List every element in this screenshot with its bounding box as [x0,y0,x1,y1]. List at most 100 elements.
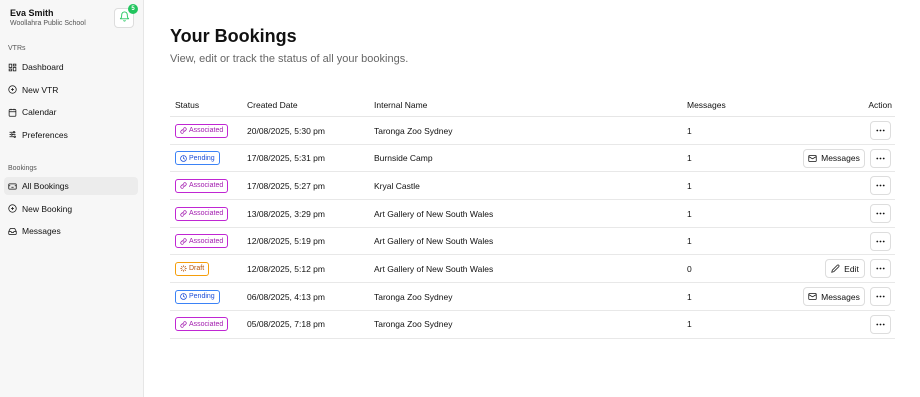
nav-section-vtrs: VTRs Dashboard New VTR Calendar Preferen… [0,43,144,148]
messages-button[interactable]: Messages [803,287,865,307]
status-label: Associated [189,210,224,218]
status-label: Pending [189,154,215,162]
notifications-button[interactable]: 5 [114,4,138,28]
user-school: Woollahra Public School [10,20,86,27]
column-header-status: Status [175,100,200,110]
table-row[interactable]: Associated 17/08/2025, 5:27 pm Kryal Cas… [170,172,895,201]
plus-circle-icon [8,85,17,94]
sidebar-item-new-booking[interactable]: New Booking [4,200,138,218]
table-row[interactable]: Pending 17/08/2025, 5:31 pm Burnside Cam… [170,145,895,173]
status-badge: Associated [175,317,229,332]
table-row[interactable]: Associated 05/08/2025, 7:18 pm Taronga Z… [170,311,895,339]
sidebar-item-label: Dashboard [22,62,64,72]
sidebar-item-dashboard[interactable]: Dashboard [4,58,138,76]
status-badge: Associated [175,234,229,249]
status-label: Draft [189,265,205,273]
edit-button[interactable]: Edit [825,259,865,279]
messages-count-cell: 1 [687,319,692,330]
internal-name-cell: Kryal Castle [374,180,420,191]
internal-name-cell: Art Gallery of New South Wales [374,208,494,219]
user-info[interactable]: Eva Smith Woollahra Public School [10,8,86,27]
sidebar-item-calendar[interactable]: Calendar [4,103,138,121]
pencil-icon [831,264,840,274]
more-actions-button[interactable] [870,121,891,140]
page-title: Your Bookings [170,26,297,46]
messages-button[interactable]: Messages [803,148,865,168]
column-header-messages: Messages [687,100,726,110]
link-icon [180,238,189,245]
link-icon [180,182,189,189]
inbox-icon [8,227,17,235]
table-row[interactable]: Associated 13/08/2025, 3:29 pm Art Galle… [170,200,895,228]
mail-icon [808,293,817,300]
nav-heading-bookings: Bookings [8,165,37,172]
notification-count-badge: 5 [128,4,138,14]
status-label: Associated [189,320,224,328]
more-actions-button[interactable] [870,148,891,168]
clock-icon [180,154,189,162]
status-cell: Associated [175,200,229,227]
internal-name-cell: Taronga Zoo Sydney [374,291,453,302]
table-body: Associated 20/08/2025, 5:30 pm Taronga Z… [170,117,895,339]
link-icon [180,127,189,134]
bookings-icon [8,183,17,189]
messages-button-label: Messages [821,291,860,302]
internal-name-cell: Art Gallery of New South Wales [374,236,494,247]
more-horizontal-icon [876,157,885,160]
table-row[interactable]: Pending 06/08/2025, 4:13 pm Taronga Zoo … [170,283,895,311]
table-row[interactable]: Associated 20/08/2025, 5:30 pm Taronga Z… [170,117,895,145]
more-actions-button[interactable] [870,287,891,307]
bookings-table: Status Created Date Internal Name Messag… [170,96,895,339]
loader-icon [180,265,189,273]
more-horizontal-icon [876,268,885,270]
internal-name-cell: Art Gallery of New South Wales [374,263,494,274]
status-cell: Pending [175,283,220,310]
more-horizontal-icon [876,184,885,187]
messages-button-label: Messages [821,153,860,164]
status-badge: Draft [175,261,210,276]
table-row[interactable]: Associated 12/08/2025, 5:19 pm Art Galle… [170,228,895,256]
more-horizontal-icon [876,323,885,326]
sidebar-item-all-bookings[interactable]: All Bookings [4,177,138,195]
link-icon [180,321,189,328]
edit-button-label: Edit [844,263,859,274]
messages-count-cell: 1 [687,291,692,302]
created-date-cell: 05/08/2025, 7:18 pm [247,319,325,330]
messages-count-cell: 0 [687,263,692,274]
calendar-icon [8,108,17,117]
user-name: Eva Smith [10,8,54,18]
internal-name-cell: Taronga Zoo Sydney [374,125,453,136]
more-actions-button[interactable] [870,259,891,279]
created-date-cell: 06/08/2025, 4:13 pm [247,291,325,302]
plus-circle-icon [8,204,17,213]
messages-count-cell: 1 [687,180,692,191]
more-actions-button[interactable] [870,176,891,196]
status-cell: Associated [175,228,229,255]
status-label: Associated [189,182,224,190]
status-cell: Associated [175,172,229,199]
status-label: Associated [189,127,224,134]
nav-section-bookings: Bookings All Bookings New Booking Messag… [0,163,144,245]
sidebar-item-messages[interactable]: Messages [4,222,138,240]
sidebar-item-label: Preferences [22,129,68,140]
more-actions-button[interactable] [870,314,891,334]
link-icon [180,210,189,217]
status-badge: Associated [175,123,229,138]
created-date-cell: 12/08/2025, 5:12 pm [247,263,325,274]
more-horizontal-icon [876,129,885,132]
sidebar-item-preferences[interactable]: Preferences [4,126,138,144]
created-date-cell: 20/08/2025, 5:30 pm [247,125,325,136]
more-actions-button[interactable] [870,204,891,224]
table-header: Status Created Date Internal Name Messag… [170,96,895,117]
sidebar-item-label: All Bookings [22,181,69,191]
sliders-icon [9,131,16,138]
column-header-internal-name: Internal Name [374,100,428,110]
more-horizontal-icon [876,212,885,215]
table-row[interactable]: Draft 12/08/2025, 5:12 pm Art Gallery of… [170,255,895,284]
dashboard-icon [8,63,17,71]
messages-count-cell: 1 [687,153,692,164]
sidebar-item-new-vtr[interactable]: New VTR [4,81,138,99]
status-badge: Pending [175,151,220,166]
column-header-action: Action [868,100,892,110]
more-actions-button[interactable] [870,231,891,251]
